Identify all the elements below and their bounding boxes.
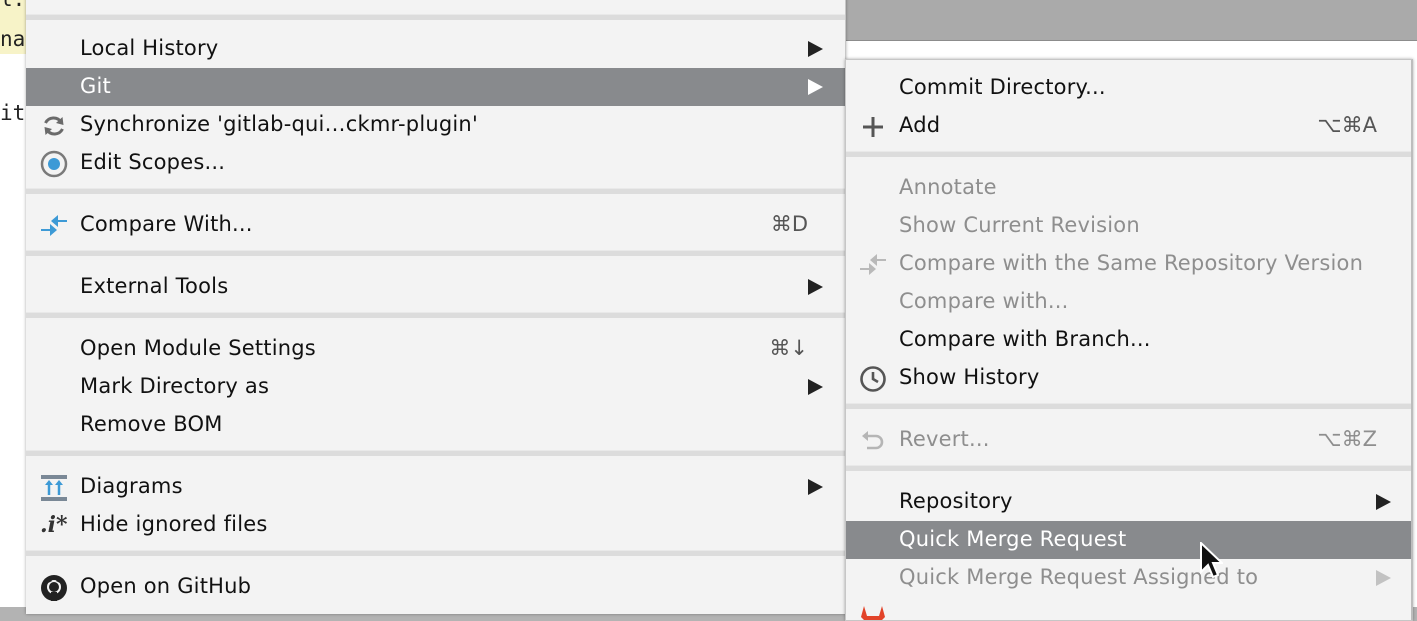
git-submenu: Commit Directory... Add ⌥⌘A Annotate Sho…	[845, 59, 1413, 621]
menu-item-label: Git	[80, 74, 111, 98]
menu-item-shortcut: ⌥⌘Z	[1317, 427, 1377, 451]
menu-item-compare-same-repository-version[interactable]: Compare with the Same Repository Version	[846, 245, 1411, 283]
menu-item-quick-merge-request-assigned[interactable]: Quick Merge Request Assigned to	[846, 559, 1411, 597]
compare-icon	[41, 215, 67, 236]
submenu-arrow-icon	[1376, 494, 1391, 510]
menu-separator	[26, 250, 845, 256]
diagram-icon	[41, 475, 67, 501]
menu-item-label: Commit Directory...	[899, 75, 1106, 99]
menu-item-label: Local History	[80, 36, 219, 60]
menu-item-label: Open on GitHub	[80, 574, 252, 598]
menu-item-label: Add	[899, 113, 941, 137]
menu-item-label: Edit Scopes...	[80, 150, 226, 174]
submenu-arrow-icon	[1376, 570, 1391, 586]
menu-separator	[846, 465, 1411, 471]
menu-item-synchronize[interactable]: Synchronize 'gitlab-qui…ckmr-plugin'	[26, 106, 845, 144]
menu-item-label: Compare with Branch...	[899, 327, 1151, 351]
plus-icon	[863, 117, 883, 137]
github-icon	[41, 575, 67, 601]
menu-item-label: Show History	[899, 365, 1040, 389]
menu-item-external-tools[interactable]: External Tools	[26, 268, 845, 306]
menu-separator	[26, 550, 845, 556]
editor-line: it	[0, 101, 26, 125]
compare-icon	[860, 254, 886, 275]
submenu-arrow-icon	[808, 79, 823, 95]
menu-item-label: Mark Directory as	[80, 374, 270, 398]
mouse-cursor-icon	[1200, 542, 1223, 579]
sync-icon	[44, 116, 64, 136]
menu-separator	[26, 188, 845, 194]
menu-item-label: Repository	[899, 489, 1013, 513]
menu-item-compare-with[interactable]: Compare with...	[846, 283, 1411, 321]
submenu-arrow-icon	[808, 279, 823, 295]
menu-separator	[26, 450, 845, 456]
menu-item-gitlab-partial[interactable]	[846, 597, 1411, 620]
menu-item-label: Hide ignored files	[80, 512, 268, 536]
menu-item-local-history[interactable]: Local History	[26, 30, 845, 68]
menu-item-diagrams[interactable]: Diagrams	[26, 468, 845, 506]
clock-icon	[860, 366, 886, 392]
editor-tab-bar	[845, 0, 1417, 41]
menu-separator	[26, 14, 845, 20]
menu-item-commit-directory[interactable]: Commit Directory...	[846, 69, 1411, 107]
menu-separator	[846, 403, 1411, 409]
menu-item-add[interactable]: Add ⌥⌘A	[846, 107, 1411, 145]
menu-item-shortcut: ⌥⌘A	[1317, 113, 1377, 137]
scope-icon	[40, 150, 68, 178]
menu-item-open-module-settings[interactable]: Open Module Settings ⌘↓	[26, 330, 845, 368]
menu-item-label: Compare with the Same Repository Version	[899, 251, 1364, 275]
menu-item-show-history[interactable]: Show History	[846, 359, 1411, 397]
menu-item-label: Compare With...	[80, 212, 253, 236]
menu-item-shortcut: ⌘D	[770, 212, 808, 236]
menu-item-show-current-revision[interactable]: Show Current Revision	[846, 207, 1411, 245]
menu-item-compare-with-branch[interactable]: Compare with Branch...	[846, 321, 1411, 359]
menu-item-label: External Tools	[80, 274, 229, 298]
menu-separator	[846, 151, 1411, 157]
menu-item-label: Show Current Revision	[899, 213, 1140, 237]
menu-item-mark-directory-as[interactable]: Mark Directory as	[26, 368, 845, 406]
submenu-arrow-icon	[808, 41, 823, 57]
menu-item-label: Quick Merge Request	[899, 527, 1127, 551]
undo-icon	[862, 431, 884, 450]
menu-item-label: Synchronize 'gitlab-qui…ckmr-plugin'	[80, 112, 478, 136]
menu-item-git[interactable]: Git	[26, 68, 845, 106]
menu-item-label: Revert...	[899, 427, 990, 451]
submenu-arrow-icon	[808, 379, 823, 395]
menu-item-label: Annotate	[899, 175, 997, 199]
menu-item-edit-scopes[interactable]: Edit Scopes...	[26, 144, 845, 182]
menu-item-label: Open Module Settings	[80, 336, 316, 360]
submenu-arrow-icon	[808, 479, 823, 495]
menu-item-repository[interactable]: Repository	[846, 483, 1411, 521]
menu-item-shortcut: ⌘↓	[769, 336, 808, 360]
menu-item-hide-ignored-files[interactable]: .i* Hide ignored files	[26, 506, 845, 544]
menu-item-open-on-github[interactable]: Open on GitHub	[26, 568, 845, 606]
menu-item-remove-bom[interactable]: Remove BOM	[26, 406, 845, 444]
menu-item-label: Remove BOM	[80, 412, 223, 436]
menu-item-compare-with[interactable]: Compare With... ⌘D	[26, 206, 845, 244]
menu-item-annotate[interactable]: Annotate	[846, 169, 1411, 207]
ignored-files-icon: .i*	[40, 512, 68, 538]
menu-item-label: Diagrams	[80, 474, 183, 498]
menu-separator	[26, 312, 845, 318]
menu-item-quick-merge-request[interactable]: Quick Merge Request	[846, 521, 1411, 559]
project-context-menu: Local History Git Synchronize 'gitlab-qu…	[26, 0, 846, 614]
gitlab-icon	[861, 606, 885, 620]
menu-item-label: Compare with...	[899, 289, 1069, 313]
menu-item-revert[interactable]: Revert... ⌥⌘Z	[846, 421, 1411, 459]
